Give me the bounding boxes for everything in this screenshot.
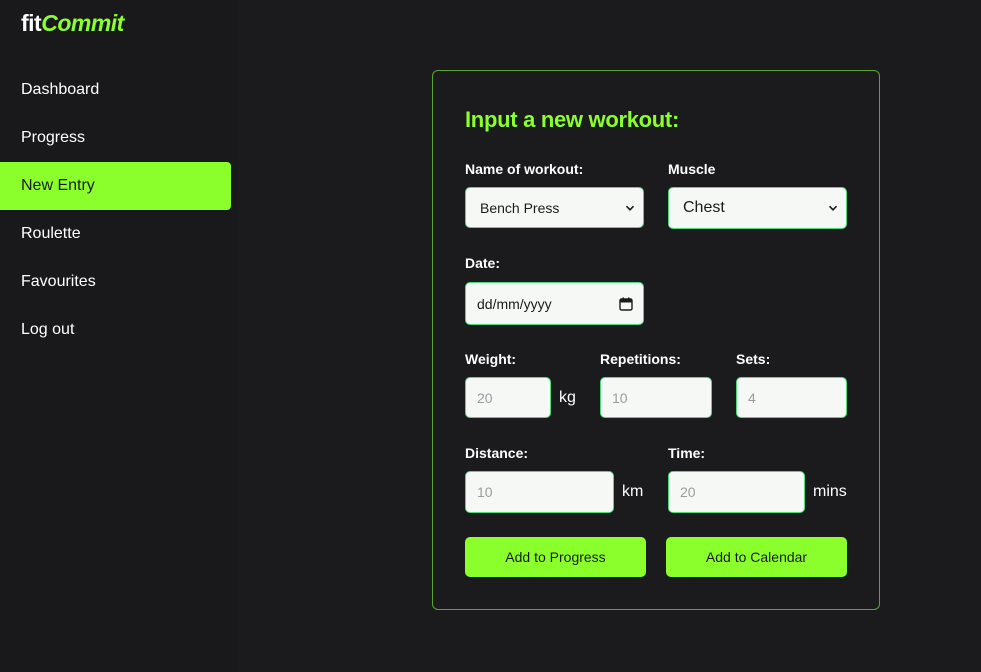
add-to-calendar-button[interactable]: Add to Calendar bbox=[666, 537, 847, 577]
sidebar-item-favourites[interactable]: Favourites bbox=[0, 258, 231, 306]
app-root: fitCommit Dashboard Progress New Entry R… bbox=[0, 0, 981, 672]
sets-input[interactable]: 4 bbox=[736, 377, 847, 418]
time-placeholder: 20 bbox=[680, 484, 696, 500]
distance-label: Distance: bbox=[465, 445, 529, 461]
repetitions-placeholder: 10 bbox=[612, 389, 628, 406]
sidebar-item-roulette[interactable]: Roulette bbox=[0, 210, 231, 258]
sets-placeholder: 4 bbox=[748, 389, 756, 406]
date-label: Date: bbox=[465, 255, 501, 271]
date-value: dd/mm/yyyy bbox=[477, 295, 552, 312]
sidebar-item-new-entry[interactable]: New Entry bbox=[0, 162, 231, 210]
calendar-icon[interactable] bbox=[619, 297, 633, 311]
distance-unit: km bbox=[622, 483, 644, 500]
distance-input[interactable]: 10 bbox=[465, 471, 614, 513]
muscle-value: Chest bbox=[683, 199, 725, 216]
time-input[interactable]: 20 bbox=[668, 471, 805, 513]
sidebar: fitCommit Dashboard Progress New Entry R… bbox=[0, 0, 237, 672]
time-label: Time: bbox=[668, 445, 706, 461]
new-workout-card: Input a new workout: Name of workout: Be… bbox=[432, 70, 880, 610]
logo-fit: fit bbox=[21, 10, 42, 36]
weight-input[interactable]: 20 bbox=[465, 377, 551, 418]
distance-placeholder: 10 bbox=[477, 484, 493, 500]
sidebar-item-progress[interactable]: Progress bbox=[0, 114, 231, 162]
chevron-down-icon bbox=[625, 205, 635, 211]
sidebar-item-dashboard[interactable]: Dashboard bbox=[0, 66, 231, 114]
workout-name-label: Name of workout: bbox=[465, 161, 584, 177]
workout-name-select[interactable]: Bench Press bbox=[465, 187, 644, 228]
sets-label: Sets: bbox=[736, 351, 771, 367]
date-input[interactable]: dd/mm/yyyy bbox=[465, 282, 644, 325]
weight-label: Weight: bbox=[465, 351, 517, 367]
weight-unit: kg bbox=[559, 389, 576, 406]
chevron-down-icon bbox=[828, 205, 838, 211]
weight-placeholder: 20 bbox=[477, 389, 493, 406]
logo-commit: Commit bbox=[41, 10, 124, 36]
app-logo[interactable]: fitCommit bbox=[21, 9, 124, 37]
muscle-label: Muscle bbox=[668, 161, 716, 177]
sidebar-item-log-out[interactable]: Log out bbox=[0, 306, 231, 354]
sidebar-nav: Dashboard Progress New Entry Roulette Fa… bbox=[0, 66, 231, 354]
form-title: Input a new workout: bbox=[465, 107, 679, 132]
time-unit: mins bbox=[813, 483, 847, 500]
add-to-progress-button[interactable]: Add to Progress bbox=[465, 537, 646, 577]
repetitions-label: Repetitions: bbox=[600, 351, 681, 367]
repetitions-input[interactable]: 10 bbox=[600, 377, 712, 418]
workout-name-value: Bench Press bbox=[480, 199, 560, 216]
muscle-select[interactable]: Chest bbox=[668, 187, 847, 229]
